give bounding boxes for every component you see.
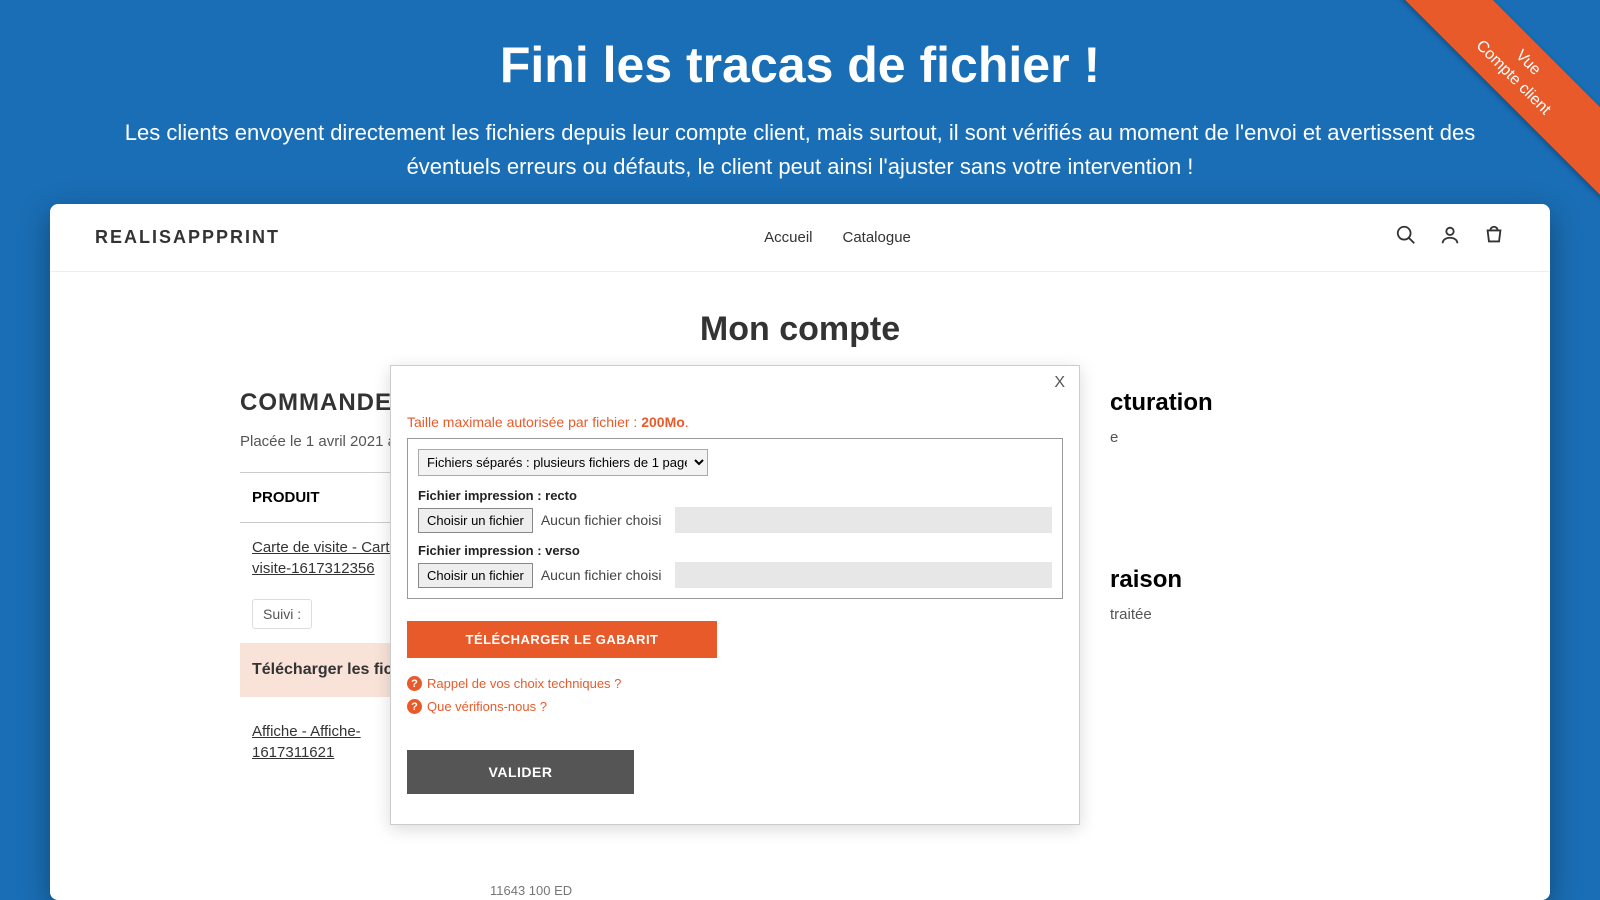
nav-home[interactable]: Accueil [764,229,812,246]
tracking-field[interactable]: Suivi : [252,599,312,629]
choose-file-verso-button[interactable]: Choisir un fichier [418,563,533,588]
top-nav: Accueil Catalogue [764,229,911,246]
verso-label: Fichier impression : verso [418,543,1052,558]
help-link-verify[interactable]: ? Que vérifions-nous ? [407,699,1063,714]
download-template-button[interactable]: TÉLÉCHARGER LE GABARIT [407,621,717,658]
shipping-heading: raison [1110,566,1360,594]
max-filesize-notice: Taille maximale autorisée par fichier : … [407,414,1063,430]
help-icon: ? [407,676,422,691]
search-icon[interactable] [1395,224,1417,251]
help-link-choices[interactable]: ? Rappel de vos choix techniques ? [407,676,1063,691]
header-icons [1395,224,1505,251]
product-link[interactable]: Carte de visite - Carte d visite-1617312… [252,537,410,579]
site-brand[interactable]: REALISAPPPRINT [95,227,280,248]
ribbon-line2: Compte client [1473,37,1554,118]
billing-heading: cturation [1110,389,1360,417]
file-upload-box: Fichiers séparés : plusieurs fichiers de… [407,438,1063,599]
file-mode-select[interactable]: Fichiers séparés : plusieurs fichiers de… [418,449,708,476]
cart-icon[interactable] [1483,224,1505,251]
account-icon[interactable] [1439,224,1461,251]
help-icon: ? [407,699,422,714]
promo-subtitle: Les clients envoyent directement les fic… [118,116,1483,184]
close-button[interactable]: X [1054,374,1065,392]
verso-progress-bar [675,562,1052,588]
help-text: Rappel de vos choix techniques ? [427,676,621,691]
promo-title: Fini les tracas de fichier ! [0,0,1600,94]
validate-button[interactable]: VALIDER [407,750,634,794]
upload-modal: X Taille maximale autorisée par fichier … [390,365,1080,825]
choose-file-recto-button[interactable]: Choisir un fichier [418,508,533,533]
site-header: REALISAPPPRINT Accueil Catalogue [50,204,1550,272]
product-link[interactable]: Affiche - Affiche- 1617311621 [252,721,361,763]
page-title: Mon compte [50,310,1550,349]
shipping-text: traitée [1110,606,1360,623]
recto-label: Fichier impression : recto [418,488,1052,503]
maxsize-suffix: . [685,414,689,430]
nav-catalog[interactable]: Catalogue [843,229,911,246]
billing-text: e [1110,429,1360,446]
maxsize-prefix: Taille maximale autorisée par fichier : [407,414,641,430]
maxsize-value: 200Mo [641,414,685,430]
recto-file-status: Aucun fichier choisi [533,508,670,532]
recto-progress-bar [675,507,1052,533]
partial-row-text: 11643 100 ED [490,883,572,898]
right-column: cturation e raison traitée [1110,389,1360,663]
verso-file-status: Aucun fichier choisi [533,563,670,587]
help-text: Que vérifions-nous ? [427,699,547,714]
